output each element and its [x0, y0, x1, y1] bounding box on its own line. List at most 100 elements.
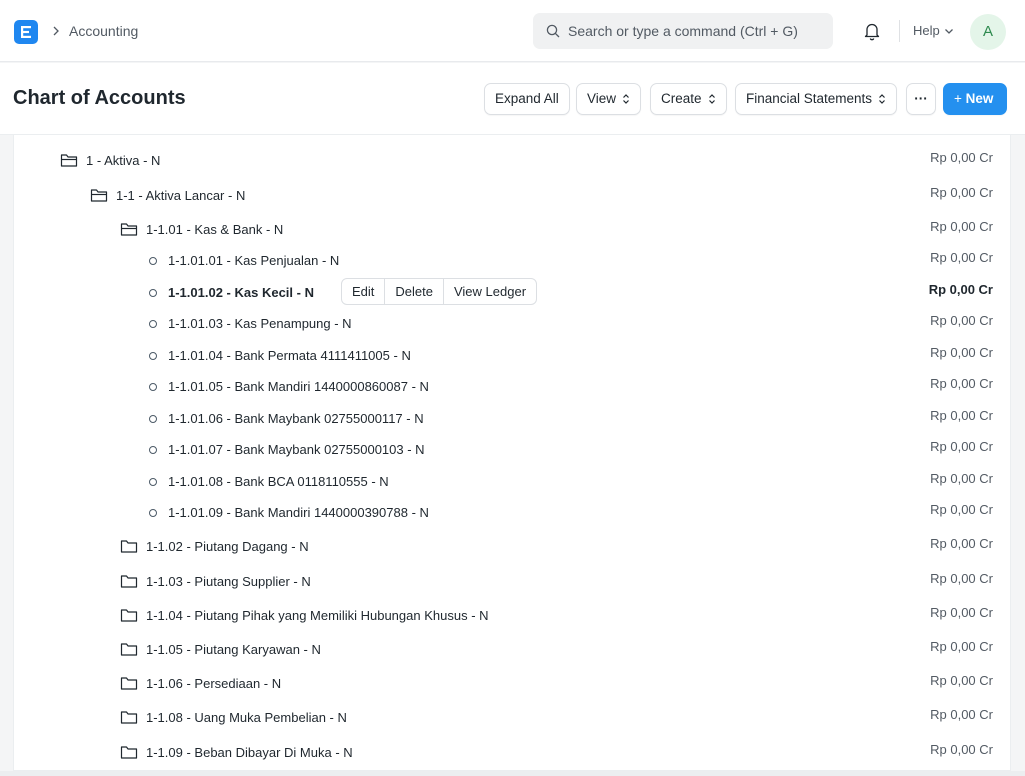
chevron-updown-icon — [879, 94, 885, 105]
account-balance: Rp 0,00 Cr — [930, 250, 993, 265]
account-balance: Rp 0,00 Cr — [930, 571, 993, 586]
account-label[interactable]: 1-1.01.06 - Bank Maybank 02755000117 - N — [168, 411, 424, 426]
account-label[interactable]: 1-1.01.08 - Bank BCA 0118110555 - N — [168, 474, 389, 489]
company-suffix: - N — [389, 348, 411, 363]
account-label[interactable]: 1-1.01.03 - Kas Penampung - N — [168, 316, 352, 331]
account-label[interactable]: 1-1.09 - Beban Dibayar Di Muka - N — [146, 745, 353, 760]
folder-open-icon[interactable] — [60, 152, 78, 173]
edit-button[interactable]: Edit — [342, 279, 386, 304]
account-label[interactable]: 1-1.01.05 - Bank Mandiri 1440000860087 -… — [168, 379, 429, 394]
account-label[interactable]: 1-1.05 - Piutang Karyawan - N — [146, 642, 321, 657]
tree-row[interactable]: 1-1.01.02 - Kas Kecil - N Edit Delete View … — [14, 278, 1012, 305]
folder-icon[interactable] — [120, 744, 138, 765]
tree-row[interactable]: 1-1.04 - Piutang Pihak yang Memiliki Hub… — [14, 604, 1012, 628]
folder-open-icon[interactable] — [90, 187, 108, 208]
new-label: New — [965, 91, 994, 106]
account-label[interactable]: 1-1.02 - Piutang Dagang - N — [146, 539, 309, 554]
account-balance: Rp 0,00 Cr — [930, 742, 993, 757]
tree-row[interactable]: 1-1.02 - Piutang Dagang - N Rp 0,00 Cr — [14, 535, 1012, 559]
view-dropdown-button[interactable]: View — [576, 83, 642, 115]
company-suffix: - N — [402, 411, 424, 426]
account-label[interactable]: 1-1 - Aktiva Lancar - N — [116, 188, 245, 203]
account-tree: 1 - Aktiva - N Rp 0,00 Cr 1-1 - Aktiva Lan… — [13, 135, 1011, 771]
account-label[interactable]: 1-1.01.01 - Kas Penjualan - N — [168, 253, 339, 268]
account-name: 1-1.06 - Persediaan — [146, 676, 261, 691]
search-bar[interactable] — [533, 13, 833, 49]
new-account-button[interactable]: + New — [943, 83, 1007, 115]
account-balance: Rp 0,00 Cr — [930, 219, 993, 234]
tree-row[interactable]: 1-1.01.01 - Kas Penjualan - N Rp 0,00 Cr — [14, 249, 1012, 273]
more-icon: ··· — [914, 91, 928, 106]
folder-icon[interactable] — [120, 709, 138, 730]
expand-all-label: Expand All — [495, 91, 559, 106]
tree-row[interactable]: 1-1.08 - Uang Muka Pembelian - N Rp 0,00 … — [14, 706, 1012, 730]
account-balance: Rp 0,00 Cr — [930, 471, 993, 486]
tree-row[interactable]: 1-1.01.07 - Bank Maybank 02755000103 - N… — [14, 438, 1012, 462]
tree-row[interactable]: 1-1.01.08 - Bank BCA 0118110555 - N Rp 0,… — [14, 470, 1012, 494]
folder-icon[interactable] — [120, 641, 138, 662]
more-actions-button[interactable]: ··· — [906, 83, 936, 115]
tree-row[interactable]: 1-1.09 - Beban Dibayar Di Muka - N Rp 0,0… — [14, 741, 1012, 765]
financial-statements-dropdown-button[interactable]: Financial Statements — [735, 83, 898, 115]
account-label[interactable]: 1-1.06 - Persediaan - N — [146, 676, 281, 691]
account-balance: Rp 0,00 Cr — [930, 502, 993, 517]
search-input[interactable] — [568, 13, 826, 49]
account-label[interactable]: 1-1.01.07 - Bank Maybank 02755000103 - N — [168, 442, 425, 457]
folder-icon[interactable] — [120, 675, 138, 696]
leaf-node-icon — [149, 478, 157, 486]
company-suffix: - N — [325, 710, 347, 725]
account-label[interactable]: 1-1.01.04 - Bank Permata 4111411005 - N — [168, 348, 411, 363]
user-avatar[interactable]: A — [970, 14, 1006, 50]
account-balance: Rp 0,00 Cr — [930, 408, 993, 423]
account-name: 1-1.01.05 - Bank Mandiri 1440000860087 — [168, 379, 408, 394]
delete-button[interactable]: Delete — [385, 279, 444, 304]
account-name: 1-1.02 - Piutang Dagang — [146, 539, 288, 554]
tree-row[interactable]: 1-1.05 - Piutang Karyawan - N Rp 0,00 Cr — [14, 638, 1012, 662]
tree-row[interactable]: 1-1.03 - Piutang Supplier - N Rp 0,00 Cr — [14, 570, 1012, 594]
company-suffix: - N — [403, 442, 425, 457]
tree-row[interactable]: 1-1.06 - Persediaan - N Rp 0,00 Cr — [14, 672, 1012, 696]
account-label[interactable]: 1-1.04 - Piutang Pihak yang Memiliki Hub… — [146, 608, 489, 623]
navbar-divider — [899, 20, 900, 42]
folder-open-icon[interactable] — [120, 221, 138, 242]
create-dropdown-button[interactable]: Create — [650, 83, 727, 115]
company-suffix: - N — [287, 539, 309, 554]
tree-row[interactable]: 1-1.01 - Kas & Bank - N Rp 0,00 Cr — [14, 218, 1012, 242]
view-ledger-button[interactable]: View Ledger — [444, 279, 536, 304]
company-suffix: - N — [299, 642, 321, 657]
folder-icon[interactable] — [120, 607, 138, 628]
folder-icon[interactable] — [120, 573, 138, 594]
account-label[interactable]: 1-1.03 - Piutang Supplier - N — [146, 574, 311, 589]
tree-row[interactable]: 1 - Aktiva - N Rp 0,00 Cr — [14, 149, 1012, 173]
account-name: 1 - Aktiva — [86, 153, 140, 168]
folder-icon[interactable] — [120, 538, 138, 559]
account-name: 1-1.01.01 - Kas Penjualan — [168, 253, 319, 268]
leaf-node-icon — [149, 320, 157, 328]
breadcrumb-accounting[interactable]: Accounting — [69, 23, 138, 39]
app-logo-icon[interactable] — [14, 20, 38, 44]
account-label[interactable]: 1 - Aktiva - N — [86, 153, 160, 168]
account-label[interactable]: 1-1.01 - Kas & Bank - N — [146, 222, 283, 237]
tree-row[interactable]: 1-1 - Aktiva Lancar - N Rp 0,00 Cr — [14, 184, 1012, 208]
account-label[interactable]: 1-1.08 - Uang Muka Pembelian - N — [146, 710, 347, 725]
tree-row[interactable]: 1-1.01.03 - Kas Penampung - N Rp 0,00 Cr — [14, 312, 1012, 336]
tree-row[interactable]: 1-1.01.05 - Bank Mandiri 1440000860087 -… — [14, 375, 1012, 399]
tree-row[interactable]: 1-1.01.06 - Bank Maybank 02755000117 - N… — [14, 407, 1012, 431]
company-suffix: - N — [331, 745, 353, 760]
account-label[interactable]: 1-1.01.02 - Kas Kecil - N — [168, 285, 314, 300]
account-name: 1-1.04 - Piutang Pihak yang Memiliki Hub… — [146, 608, 468, 623]
chevron-down-icon[interactable] — [944, 28, 954, 35]
notification-bell-icon[interactable] — [863, 21, 881, 41]
account-name: 1-1.01.06 - Bank Maybank 02755000117 — [168, 411, 403, 426]
help-menu[interactable]: Help — [913, 23, 940, 38]
leaf-node-icon — [149, 383, 157, 391]
plus-icon: + — [954, 91, 962, 106]
tree-row[interactable]: 1-1.01.04 - Bank Permata 4111411005 - N R… — [14, 344, 1012, 368]
account-label[interactable]: 1-1.01.09 - Bank Mandiri 1440000390788 -… — [168, 505, 429, 520]
account-name: 1-1.09 - Beban Dibayar Di Muka — [146, 745, 332, 760]
chevron-updown-icon — [623, 94, 629, 105]
account-name: 1-1.03 - Piutang Supplier — [146, 574, 290, 589]
account-name: 1-1.01.02 - Kas Kecil — [168, 285, 294, 300]
tree-row[interactable]: 1-1.01.09 - Bank Mandiri 1440000390788 -… — [14, 501, 1012, 525]
expand-all-button[interactable]: Expand All — [484, 83, 570, 115]
